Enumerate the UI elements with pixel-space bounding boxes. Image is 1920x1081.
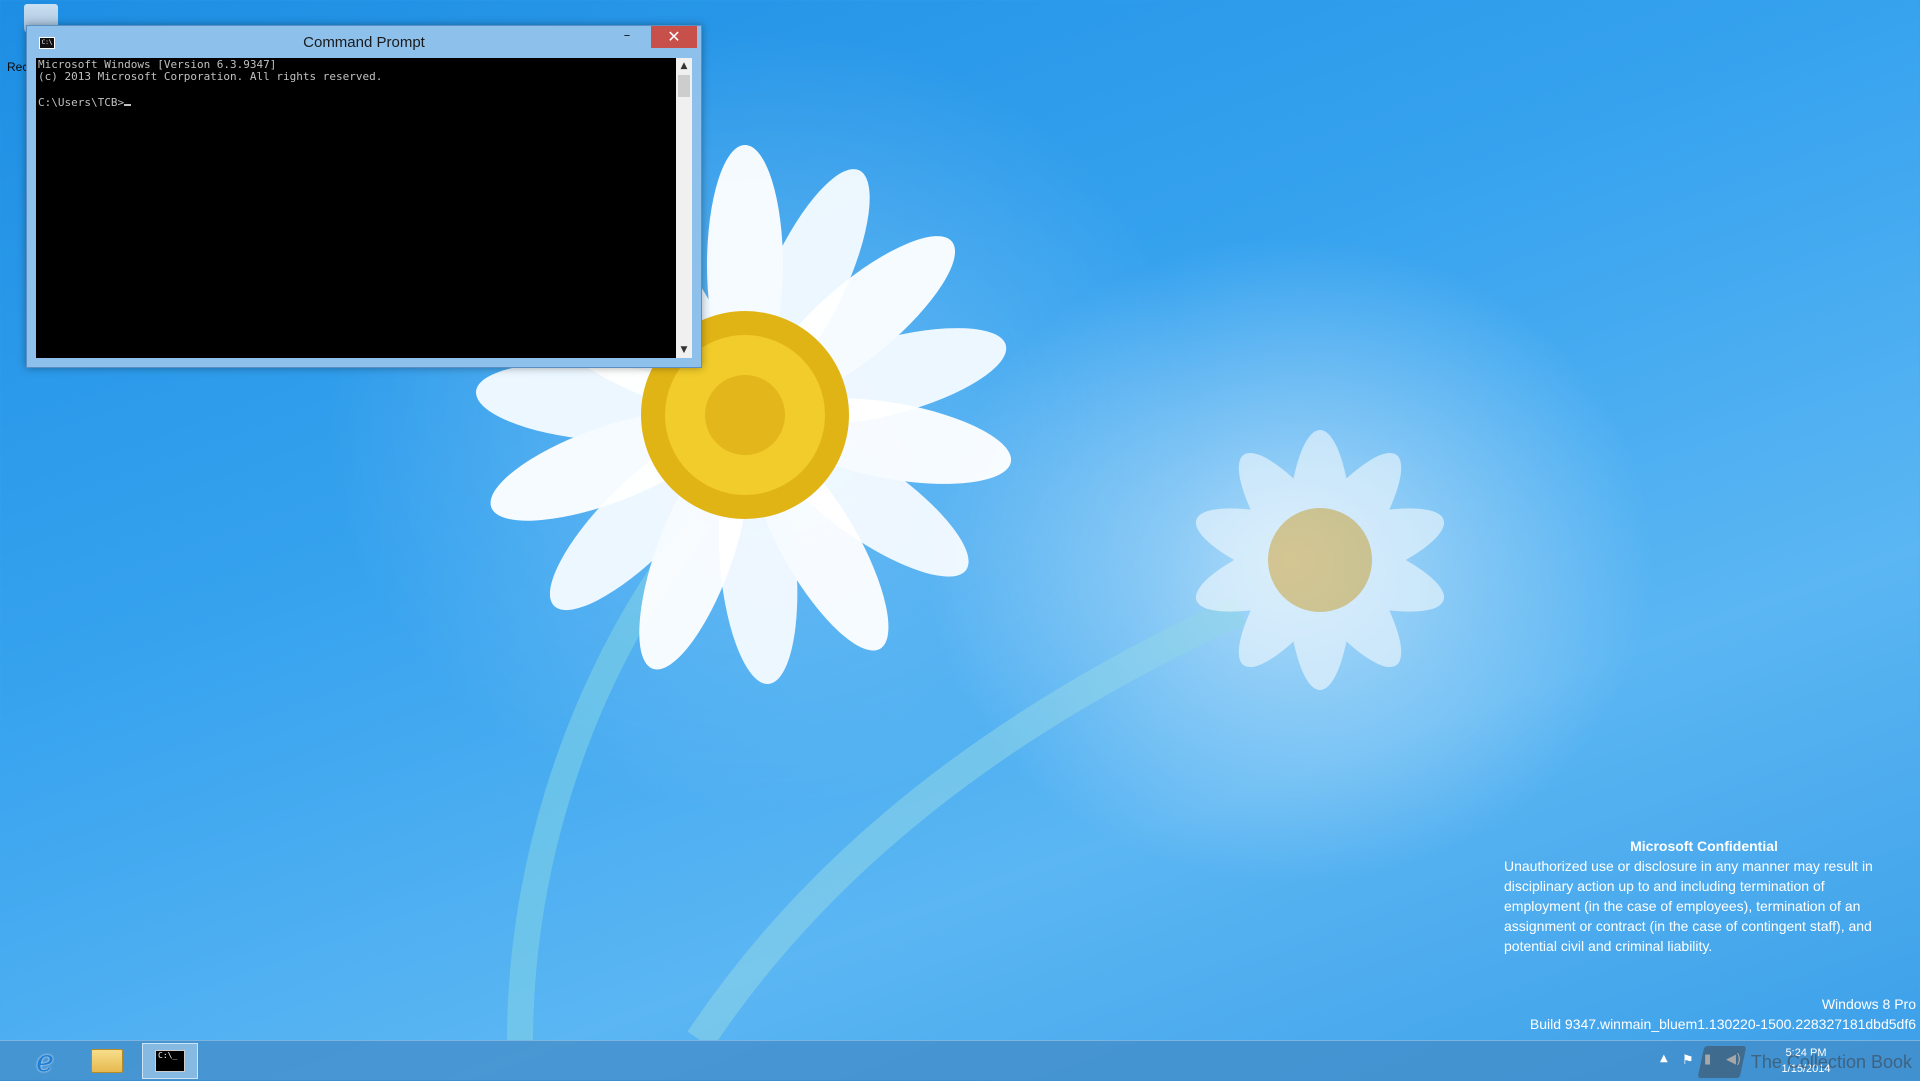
folder-icon — [91, 1049, 123, 1073]
command-prompt-window[interactable]: C:\ Command Prompt – □ ✕ Microsoft Windo… — [26, 25, 702, 368]
taskbar-command-prompt[interactable]: C:\_ — [142, 1043, 198, 1079]
close-button[interactable]: ✕ — [651, 26, 697, 48]
site-watermark-text: The Collection Book — [1750, 1051, 1912, 1072]
taskbar-file-explorer[interactable] — [80, 1043, 134, 1079]
action-center-flag-icon[interactable]: ⚑ — [1682, 1053, 1694, 1068]
scrollbar-thumb[interactable] — [678, 75, 690, 97]
scroll-up-arrow-icon[interactable]: ▲ — [676, 58, 692, 74]
confidential-notice: Microsoft Confidential Unauthorized use … — [1504, 836, 1904, 956]
console-line: (c) 2013 Microsoft Corporation. All righ… — [38, 70, 383, 83]
window-title: Command Prompt — [303, 34, 425, 51]
scroll-down-arrow-icon[interactable]: ▼ — [676, 342, 692, 358]
desktop: Rec C:\ Command Prompt – □ ✕ Microsoft W… — [0, 0, 1920, 1040]
console-cursor — [124, 95, 132, 106]
book-icon — [1697, 1046, 1747, 1078]
confidential-body: Unauthorized use or disclosure in any ma… — [1504, 858, 1873, 954]
console-area[interactable]: Microsoft Windows [Version 6.3.9347] (c)… — [36, 58, 692, 358]
minimize-button[interactable]: – — [610, 26, 644, 48]
build-watermark: Windows 8 Pro Build 9347.winmain_bluem1.… — [1530, 994, 1916, 1034]
taskbar: e C:\_ ▲ ⚑ ▮ ◀) 5:24 PM 1/15/2014 — [0, 1040, 1920, 1081]
tray-overflow-icon[interactable]: ▲ — [1660, 1053, 1668, 1064]
window-titlebar[interactable]: C:\ Command Prompt – □ ✕ — [27, 26, 701, 58]
console-prompt: C:\Users\TCB> — [38, 96, 125, 109]
console-output[interactable]: Microsoft Windows [Version 6.3.9347] (c)… — [36, 58, 680, 360]
confidential-title: Microsoft Confidential — [1630, 838, 1778, 854]
edition-label: Windows 8 Pro — [1821, 996, 1916, 1012]
vertical-scrollbar[interactable]: ▲ ▼ — [676, 58, 692, 358]
ie-icon: e — [36, 1043, 54, 1079]
build-string: Build 9347.winmain_bluem1.130220-1500.22… — [1529, 1016, 1916, 1032]
site-watermark: The Collection Book — [1697, 1044, 1912, 1080]
taskbar-internet-explorer[interactable]: e — [18, 1043, 72, 1079]
cmd-icon: C:\_ — [155, 1050, 185, 1072]
